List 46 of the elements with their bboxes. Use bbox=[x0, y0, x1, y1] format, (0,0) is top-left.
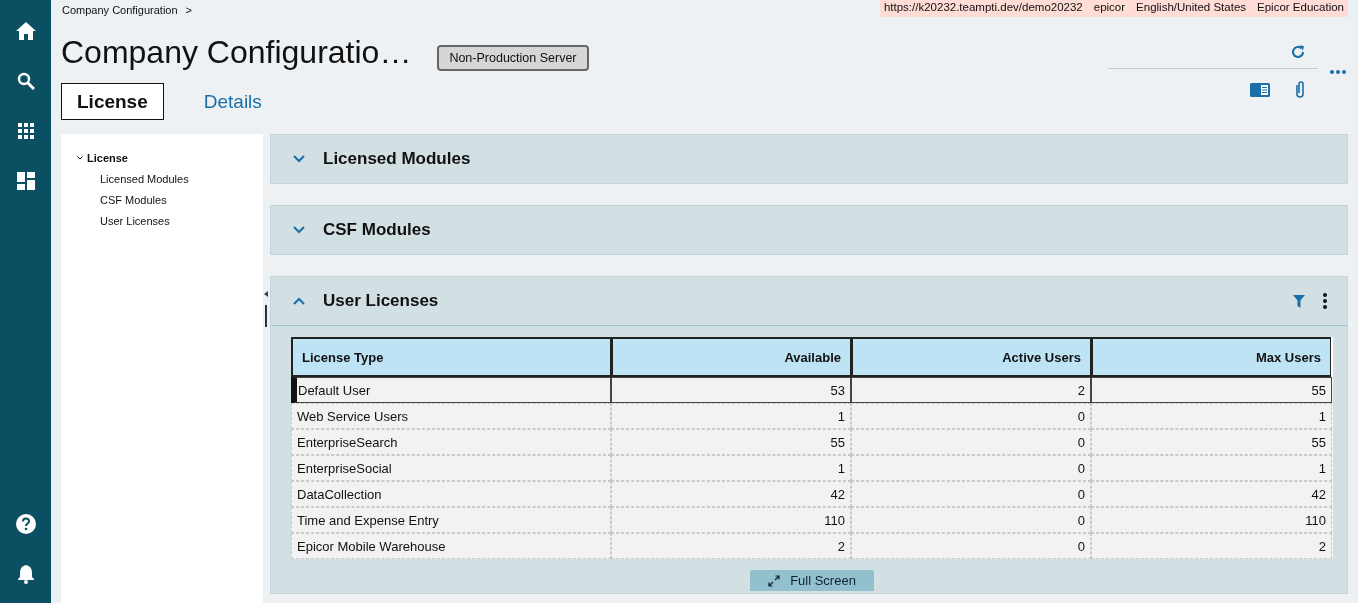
ellipsis-icon bbox=[1330, 70, 1346, 74]
tree-item[interactable]: Licensed Modules bbox=[100, 173, 263, 185]
tree-item[interactable]: User Licenses bbox=[100, 215, 263, 227]
panel-icon bbox=[1250, 82, 1270, 98]
table-cell: 2 bbox=[851, 377, 1091, 403]
more-button[interactable] bbox=[1328, 68, 1348, 76]
section-title[interactable]: Licensed Modules bbox=[323, 149, 471, 169]
refresh-icon bbox=[1290, 44, 1306, 60]
tree-item[interactable]: License bbox=[87, 152, 128, 164]
server-badge: Non-Production Server bbox=[437, 45, 589, 71]
home-icon bbox=[15, 22, 36, 40]
table-cell: 2 bbox=[1091, 533, 1332, 559]
column-header[interactable]: Active Users bbox=[851, 337, 1091, 377]
chevron-icon[interactable] bbox=[77, 156, 83, 160]
search-icon bbox=[16, 72, 35, 90]
column-header[interactable]: Max Users bbox=[1091, 337, 1331, 377]
table-cell: 53 bbox=[611, 377, 851, 403]
page-title: Company Configuratio… bbox=[61, 34, 412, 71]
table-cell: Epicor Mobile Warehouse bbox=[291, 533, 611, 559]
breadcrumb-link[interactable]: Company Configuration bbox=[62, 4, 178, 18]
dashboard-icon bbox=[16, 172, 35, 190]
apps-grid-icon bbox=[17, 123, 34, 139]
kebab-menu-icon[interactable] bbox=[1323, 293, 1327, 309]
column-header[interactable]: Available bbox=[611, 337, 851, 377]
paperclip-icon bbox=[1294, 80, 1306, 100]
environment-info: https://k20232.teampti.dev/demo20232 bbox=[883, 1, 1083, 15]
splitter-handle[interactable] bbox=[265, 304, 268, 327]
tab[interactable]: License bbox=[61, 83, 164, 120]
tree-item[interactable]: CSF Modules bbox=[100, 194, 263, 206]
table-cell: 0 bbox=[851, 533, 1091, 559]
full-screen-button[interactable]: Full Screen bbox=[750, 570, 874, 591]
collapse-arrow-icon[interactable] bbox=[264, 290, 269, 297]
environment-info: English/United States bbox=[1136, 1, 1247, 15]
breadcrumb-separator: > bbox=[185, 4, 192, 18]
filter-icon[interactable] bbox=[1293, 294, 1305, 308]
environment-info: Epicor Education bbox=[1257, 1, 1344, 15]
section-title[interactable]: User Licenses bbox=[323, 291, 439, 311]
table-cell: 55 bbox=[1091, 377, 1332, 403]
section-title[interactable]: CSF Modules bbox=[323, 220, 431, 240]
help-icon bbox=[15, 514, 36, 534]
bell-icon bbox=[16, 564, 35, 584]
tab[interactable]: Details bbox=[187, 83, 278, 120]
expand-arrows-icon bbox=[768, 574, 781, 587]
table-cell: 2 bbox=[611, 533, 851, 559]
environment-info: epicor bbox=[1093, 1, 1126, 15]
column-header[interactable]: License Type bbox=[291, 337, 611, 377]
